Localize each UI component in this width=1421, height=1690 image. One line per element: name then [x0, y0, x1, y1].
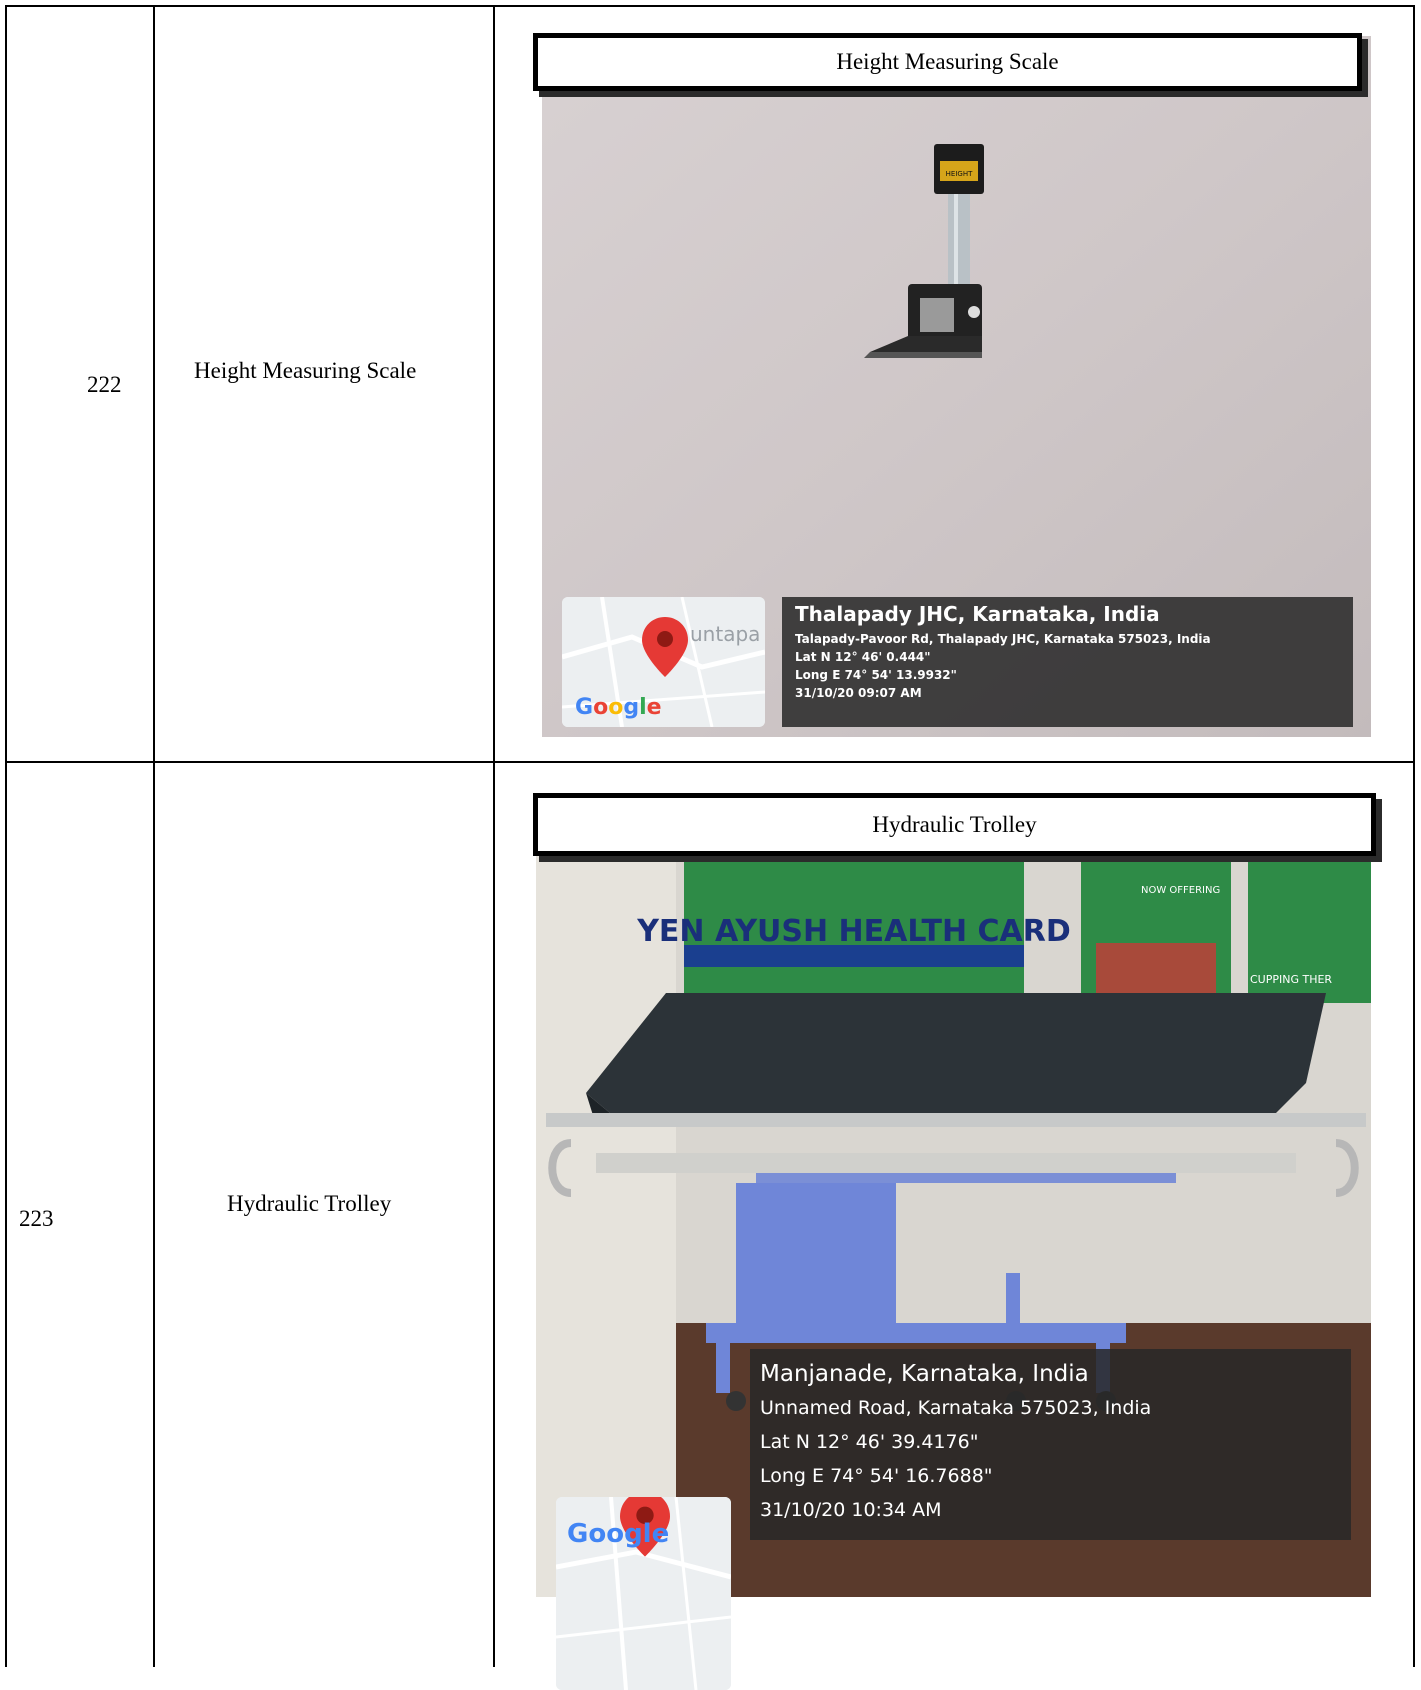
caption-height-scale: Height Measuring Scale [533, 33, 1362, 91]
table-border-top [5, 5, 1415, 7]
geotag-title: Manjanade, Karnataka, India [760, 1361, 1089, 1387]
item-name-height-scale: Height Measuring Scale [194, 358, 417, 383]
geotag-datetime: 31/10/20 09:07 AM [795, 686, 922, 700]
table-row-divider [5, 761, 1415, 763]
row-number-223: 223 [19, 1206, 54, 1231]
banner-side-left: NOW OFFERING [1141, 885, 1220, 896]
google-logo: Google [567, 1519, 670, 1549]
geotag-info: Thalapady JHC, Karnataka, India Talapady… [782, 597, 1353, 727]
table-border-col1 [153, 5, 155, 1667]
table-border-col2 [493, 5, 495, 1667]
map-thumbnail: untapa Google [562, 597, 765, 727]
row-number-222: 222 [87, 372, 122, 397]
google-logo: Google [575, 695, 662, 720]
item-name-hydraulic-trolley: Hydraulic Trolley [227, 1191, 392, 1216]
caption-hydraulic-trolley: Hydraulic Trolley [533, 793, 1376, 856]
geotag-lat: Lat N 12° 46' 39.4176" [760, 1431, 979, 1453]
table-border-right [1413, 5, 1415, 1667]
geotag-long: Long E 74° 54' 13.9932" [795, 668, 957, 682]
geotag-title: Thalapady JHC, Karnataka, India [795, 602, 1160, 626]
geotag-lat: Lat N 12° 46' 0.444" [795, 650, 931, 664]
banner-side-right: CUPPING THER [1250, 973, 1332, 986]
geotag-datetime: 31/10/20 10:34 AM [760, 1499, 942, 1521]
device-label: HEIGHT [946, 170, 973, 178]
geotag-address: Talapady-Pavoor Rd, Thalapady JHC, Karna… [795, 632, 1211, 646]
map-pin-icon [642, 617, 688, 677]
table-border-left [5, 5, 7, 1667]
geotag-address: Unnamed Road, Karnataka 575023, India [760, 1397, 1152, 1419]
map-place-label: untapa [690, 622, 760, 646]
banner-title: YEN AYUSH HEALTH CARD [636, 914, 1071, 949]
geotag-long: Long E 74° 54' 16.7688" [760, 1465, 993, 1487]
geotag-info: Manjanade, Karnataka, India Unnamed Road… [750, 1349, 1351, 1540]
